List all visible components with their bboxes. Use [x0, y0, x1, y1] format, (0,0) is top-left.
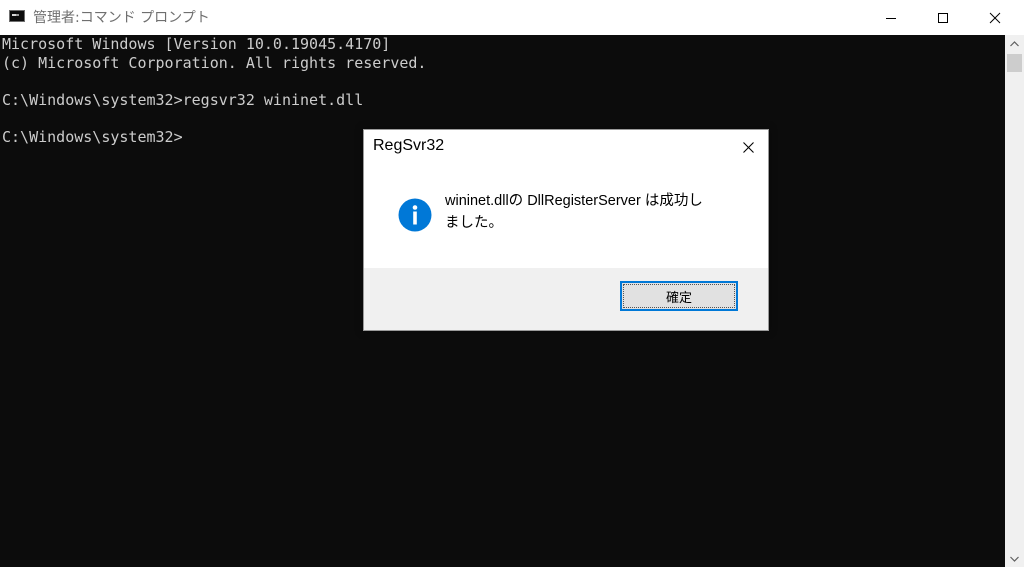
dialog-title-bar[interactable]: RegSvr32 — [364, 130, 768, 164]
dialog-message: wininet.dllの DllRegisterServer は成功し ました。 — [445, 190, 745, 234]
maximize-icon — [938, 12, 948, 23]
window-title: 管理者:コマンド プロンプト — [33, 10, 210, 26]
minimize-icon — [886, 17, 896, 19]
regsvr32-dialog: RegSvr32 wininet.dllの DllRegisterServer … — [363, 129, 769, 331]
maximize-button[interactable] — [918, 0, 968, 35]
dialog-title: RegSvr32 — [373, 137, 445, 154]
vertical-scrollbar[interactable] — [1005, 35, 1024, 567]
command-prompt-window: 管理者:コマンド プロンプト Microsoft Windows [Versio… — [0, 0, 1024, 567]
dialog-body: wininet.dllの DllRegisterServer は成功し ました。 — [364, 164, 768, 268]
scroll-thumb[interactable] — [1007, 54, 1022, 72]
close-icon — [989, 12, 1001, 23]
dialog-close-button[interactable] — [730, 132, 766, 162]
information-icon — [398, 198, 432, 232]
close-icon — [742, 141, 754, 153]
console-line: Microsoft Windows [Version 10.0.19045.41… — [2, 35, 391, 53]
command-prompt-icon — [9, 10, 25, 22]
title-bar[interactable]: 管理者:コマンド プロンプト — [0, 0, 1024, 35]
chevron-up-icon — [1010, 40, 1019, 46]
message-line: wininet.dllの DllRegisterServer は成功し — [445, 193, 703, 209]
console-line: C:\Windows\system32>regsvr32 wininet.dll — [2, 90, 364, 109]
dialog-footer: 確定 — [364, 268, 768, 330]
message-line: ました。 — [445, 215, 503, 231]
scroll-down-button[interactable] — [1005, 550, 1024, 567]
scroll-up-button[interactable] — [1005, 35, 1024, 52]
console-line: (c) Microsoft Corporation. All rights re… — [2, 53, 427, 72]
ok-button[interactable]: 確定 — [620, 281, 738, 311]
minimize-button[interactable] — [866, 0, 916, 35]
chevron-down-icon — [1010, 556, 1019, 562]
close-window-button[interactable] — [970, 0, 1020, 35]
